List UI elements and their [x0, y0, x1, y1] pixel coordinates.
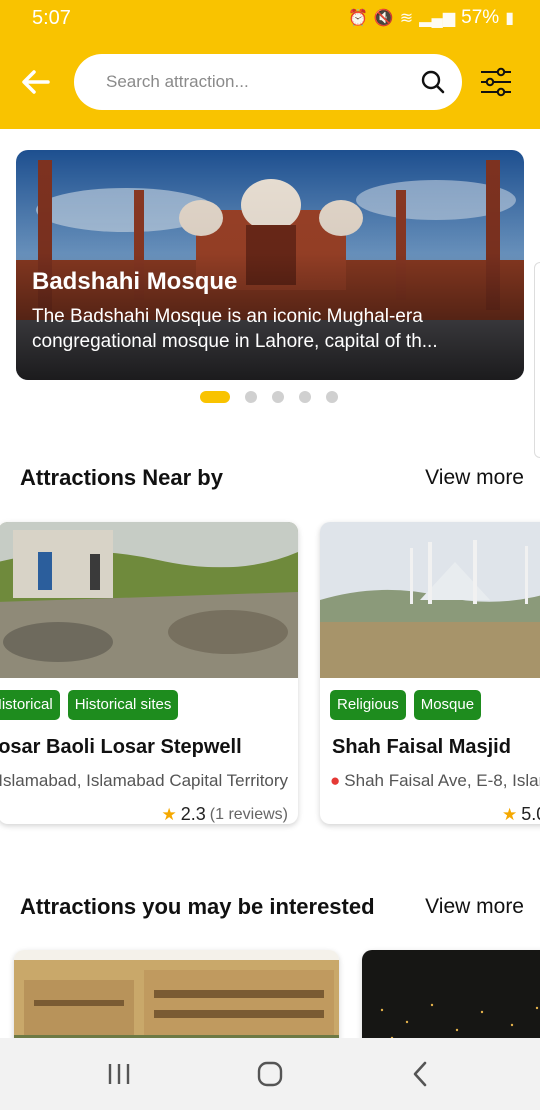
- banner-caption: Badshahi Mosque The Badshahi Mosque is a…: [32, 268, 502, 354]
- nearby-view-more-link[interactable]: View more: [425, 466, 524, 490]
- battery-icon: ▮: [505, 10, 514, 27]
- star-icon: ★: [161, 804, 177, 824]
- star-icon: ★: [502, 804, 518, 824]
- signal-icon: ▂▄▆: [419, 10, 456, 27]
- status-time: 5:07: [32, 7, 71, 29]
- mute-icon: 🔇: [373, 10, 394, 27]
- attraction-photo: [0, 522, 298, 678]
- banner-title: Badshahi Mosque: [32, 268, 238, 295]
- wifi-icon: ≋: [399, 10, 414, 27]
- attraction-location: ● Islamabad, Islamabad Capital Territory: [0, 771, 288, 791]
- rating-value: 5.0: [521, 804, 540, 824]
- carousel-dot[interactable]: [299, 391, 311, 403]
- category-tag[interactable]: Historical: [0, 690, 60, 720]
- status-icons: ⏰ 🔇 ≋ ▂▄▆ 57% ▮: [348, 7, 514, 29]
- review-count: (1 reviews): [209, 805, 288, 823]
- status-bar: 5:07 ⏰ 🔇 ≋ ▂▄▆ 57% ▮: [0, 0, 540, 38]
- carousel-indicator: [200, 390, 338, 404]
- attraction-name: Losar Baoli Losar Stepwell: [0, 736, 242, 758]
- carousel-dot[interactable]: [200, 391, 230, 403]
- location-text: Islamabad, Islamabad Capital Territory: [0, 771, 289, 790]
- attraction-name: Shah Faisal Masjid: [332, 736, 511, 758]
- attraction-rating: ★ 2.3 (1 reviews): [161, 804, 288, 824]
- attraction-photo: [320, 522, 540, 678]
- attraction-rating: ★ 5.0: [502, 804, 540, 824]
- featured-banner[interactable]: Badshahi Mosque The Badshahi Mosque is a…: [16, 150, 524, 380]
- rating-value: 2.3: [180, 804, 206, 824]
- carousel-dot[interactable]: [245, 391, 257, 403]
- system-navigation-bar: [0, 1038, 540, 1110]
- search-input[interactable]: [106, 54, 406, 110]
- card-tags: Religious Mosque: [330, 690, 482, 720]
- carousel-dot[interactable]: [272, 391, 284, 403]
- banner-description: The Badshahi Mosque is an iconic Mughal-…: [32, 306, 438, 352]
- filter-button[interactable]: [478, 64, 514, 100]
- alarm-icon: ⏰: [347, 10, 368, 27]
- category-tag[interactable]: Religious: [330, 690, 406, 720]
- home-icon[interactable]: [252, 1058, 288, 1090]
- attraction-location: ● Shah Faisal Ave, E-8, Islamabad: [330, 771, 540, 791]
- attraction-card[interactable]: Religious Mosque Shah Faisal Masjid ● Sh…: [320, 522, 540, 824]
- location-text: Shah Faisal Ave, E-8, Islamabad: [344, 771, 540, 790]
- recent-apps-icon[interactable]: [101, 1058, 137, 1090]
- attraction-photo: [362, 950, 540, 1050]
- search-icon[interactable]: [420, 69, 446, 95]
- next-banner-peek[interactable]: [534, 262, 540, 458]
- back-nav-icon[interactable]: [403, 1058, 439, 1090]
- carousel-dot[interactable]: [326, 391, 338, 403]
- search-bar: [74, 54, 462, 110]
- category-tag[interactable]: Historical sites: [67, 690, 179, 720]
- interested-section-title: Attractions you may be interested: [20, 894, 375, 919]
- category-tag[interactable]: Mosque: [413, 690, 482, 720]
- attraction-card[interactable]: Historical Historical sites Losar Baoli …: [0, 522, 298, 824]
- card-tags: Historical Historical sites: [0, 690, 179, 720]
- nearby-section-title: Attractions Near by: [20, 465, 223, 490]
- attraction-card[interactable]: [362, 950, 540, 1050]
- location-pin-icon: ●: [330, 771, 341, 790]
- interested-view-more-link[interactable]: View more: [425, 895, 524, 919]
- battery-percent: 57%: [461, 7, 500, 28]
- attraction-card[interactable]: [14, 950, 339, 1050]
- back-button[interactable]: [18, 64, 54, 100]
- sliders-icon: [481, 67, 511, 97]
- attraction-photo: [14, 950, 339, 1050]
- arrow-left-icon: [22, 70, 50, 94]
- app-header: 5:07 ⏰ 🔇 ≋ ▂▄▆ 57% ▮: [0, 0, 540, 129]
